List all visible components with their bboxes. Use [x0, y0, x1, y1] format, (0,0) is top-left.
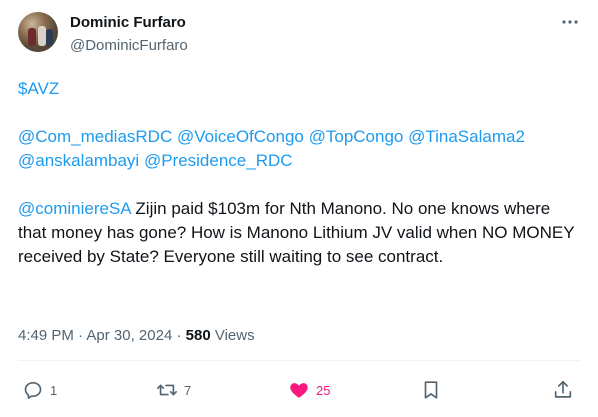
avatar[interactable] — [18, 12, 58, 52]
divider — [18, 360, 580, 361]
bookmark-button[interactable] — [420, 378, 442, 402]
meta-separator: · — [73, 327, 87, 344]
mention-link[interactable]: @cominiereSA — [18, 199, 131, 218]
mention-link[interactable]: @TinaSalama2 — [408, 127, 525, 146]
avatar-figure — [38, 26, 46, 46]
retweet-count: 7 — [184, 382, 192, 398]
tweet-time[interactable]: 4:49 PM — [18, 327, 74, 344]
mention-link[interactable]: @Presidence_RDC — [144, 151, 293, 170]
avatar-figure — [28, 28, 36, 46]
reply-count: 1 — [50, 382, 58, 398]
meta-separator: · — [172, 327, 186, 344]
cashtag-link[interactable]: $AVZ — [18, 79, 59, 98]
bookmark-icon — [424, 381, 438, 399]
mention-link[interactable]: @VoiceOfCongo — [177, 127, 304, 146]
share-button[interactable] — [552, 378, 574, 402]
author-name[interactable]: Dominic Furfaro — [70, 14, 186, 31]
action-bar: 1 7 25 — [0, 378, 598, 402]
retweet-button[interactable]: 7 — [156, 378, 191, 402]
retweet-icon — [157, 384, 177, 396]
tweet-date[interactable]: Apr 30, 2024 — [86, 327, 172, 344]
like-count: 25 — [316, 382, 331, 398]
reply-icon — [24, 382, 42, 399]
share-icon — [554, 380, 572, 398]
tweet-meta: 4:49 PM · Apr 30, 2024 · 580 Views — [18, 327, 255, 344]
heart-filled-icon — [290, 383, 308, 398]
tweet-text: $AVZ @Com_mediasRDC @VoiceOfCongo @TopCo… — [18, 77, 580, 269]
views-count: 580 — [185, 327, 211, 344]
views-label: Views — [210, 327, 255, 344]
author-handle[interactable]: @DominicFurfaro — [70, 37, 188, 54]
avatar-figure — [46, 29, 53, 46]
reply-button[interactable]: 1 — [22, 378, 57, 402]
more-horizontal-icon[interactable] — [560, 12, 580, 32]
like-button[interactable]: 25 — [288, 378, 330, 402]
mention-link[interactable]: @Com_mediasRDC — [18, 127, 172, 146]
mention-link[interactable]: @anskalambayi — [18, 151, 139, 170]
mention-link[interactable]: @TopCongo — [309, 127, 404, 146]
